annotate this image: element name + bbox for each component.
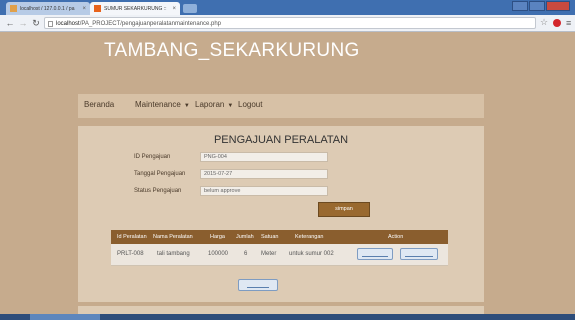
os-taskbar (0, 314, 575, 320)
nav-maintenance-label: Maintenance (135, 100, 181, 109)
page-content: TAMBANG_SEKARKURUNG Beranda Maintenance ▼… (0, 32, 575, 320)
delete-row-button[interactable] (400, 248, 438, 260)
window-controls (512, 1, 570, 11)
caret-down-icon: ▼ (227, 103, 234, 109)
divider (78, 302, 484, 306)
caret-down-icon: ▼ (183, 103, 190, 109)
nav-beranda[interactable]: Beranda (84, 100, 114, 109)
col-header: Jumlah (236, 234, 254, 240)
browser-tab-sumur[interactable]: SUMUR SEKARKURUNG :: × (90, 2, 180, 15)
table-header: Id Peralatan Nama Peralatan Harga Jumlah… (111, 230, 448, 244)
page-icon (48, 21, 53, 27)
cell-harga: 100000 (208, 251, 229, 257)
simpan-button[interactable]: simpan (318, 202, 370, 217)
browser-toolbar: ← → ↻ localhost/PA_PROJECT/pengajuanpera… (0, 15, 575, 32)
tab-label: localhost / 127.0.0.1 / pa (20, 5, 75, 12)
forward-arrow-icon[interactable]: → (17, 17, 29, 29)
cell-nama: tali tambang (157, 251, 190, 257)
extension-icon[interactable] (553, 19, 561, 27)
tab-favicon-icon (94, 5, 101, 12)
nav-laporan[interactable]: Laporan ▼ (195, 100, 233, 109)
close-window-icon[interactable] (546, 1, 570, 11)
menu-icon[interactable]: ≡ (566, 18, 571, 28)
taskbar-app-browser[interactable] (30, 314, 100, 320)
status-pengajuan-label: Status Pengajuan (134, 188, 182, 194)
url-host: localhost (56, 21, 80, 27)
nav-logout[interactable]: Logout (238, 100, 262, 109)
reload-icon[interactable]: ↻ (30, 17, 42, 29)
bookmark-star-icon[interactable]: ☆ (540, 17, 548, 28)
col-header: Harga (210, 234, 225, 240)
pengajuan-panel: PENGAJUAN PERALATAN ID Pengajuan PNG-004… (78, 126, 484, 316)
minimize-icon[interactable] (512, 1, 528, 11)
tanggal-pengajuan-field[interactable]: 2015-07-27 (200, 169, 328, 179)
col-header: Id Peralatan (117, 234, 147, 240)
close-tab-icon[interactable]: × (82, 6, 86, 12)
maximize-icon[interactable] (529, 1, 545, 11)
cell-satuan: Meter (261, 251, 277, 257)
browser-tab-bar: localhost / 127.0.0.1 / pa × SUMUR SEKAR… (0, 0, 575, 15)
tab-favicon-icon (10, 5, 17, 12)
browser-tab-phpmyadmin[interactable]: localhost / 127.0.0.1 / pa × (6, 2, 90, 15)
nav-maintenance[interactable]: Maintenance ▼ (135, 100, 190, 109)
close-tab-icon[interactable]: × (172, 6, 176, 12)
col-header: Satuan (261, 234, 279, 240)
submit-button[interactable] (238, 279, 278, 291)
new-tab-button[interactable] (183, 4, 197, 13)
back-arrow-icon[interactable]: ← (4, 17, 16, 29)
col-header: Action (388, 234, 404, 240)
table-row: PRLT-008 tali tambang 100000 6 Meter unt… (111, 244, 448, 266)
peralatan-table: Id Peralatan Nama Peralatan Harga Jumlah… (111, 230, 448, 266)
site-title: TAMBANG_SEKARKURUNG (104, 40, 360, 61)
col-header: Keterangan (295, 234, 324, 240)
tanggal-pengajuan-label: Tanggal Pengajuan (134, 171, 186, 177)
id-pengajuan-label: ID Pengajuan (134, 154, 171, 160)
address-bar[interactable]: localhost/PA_PROJECT/pengajuanperalatanm… (44, 17, 536, 29)
form-title: PENGAJUAN PERALATAN (213, 134, 349, 146)
cell-jumlah: 6 (244, 251, 248, 257)
status-pengajuan-field[interactable]: belum approve (200, 186, 328, 196)
id-pengajuan-field[interactable]: PNG-004 (200, 152, 328, 162)
edit-row-button[interactable] (357, 248, 393, 260)
tab-label: SUMUR SEKARKURUNG :: (104, 5, 167, 12)
main-navbar: Beranda Maintenance ▼ Laporan ▼ Logout (78, 94, 484, 118)
cell-keterangan: untuk sumur 002 (289, 251, 334, 257)
col-header: Nama Peralatan (153, 234, 193, 240)
url-path: /PA_PROJECT/pengajuanperalatanmaintenanc… (79, 21, 222, 27)
nav-laporan-label: Laporan (195, 100, 225, 109)
cell-id: PRLT-008 (117, 251, 144, 257)
